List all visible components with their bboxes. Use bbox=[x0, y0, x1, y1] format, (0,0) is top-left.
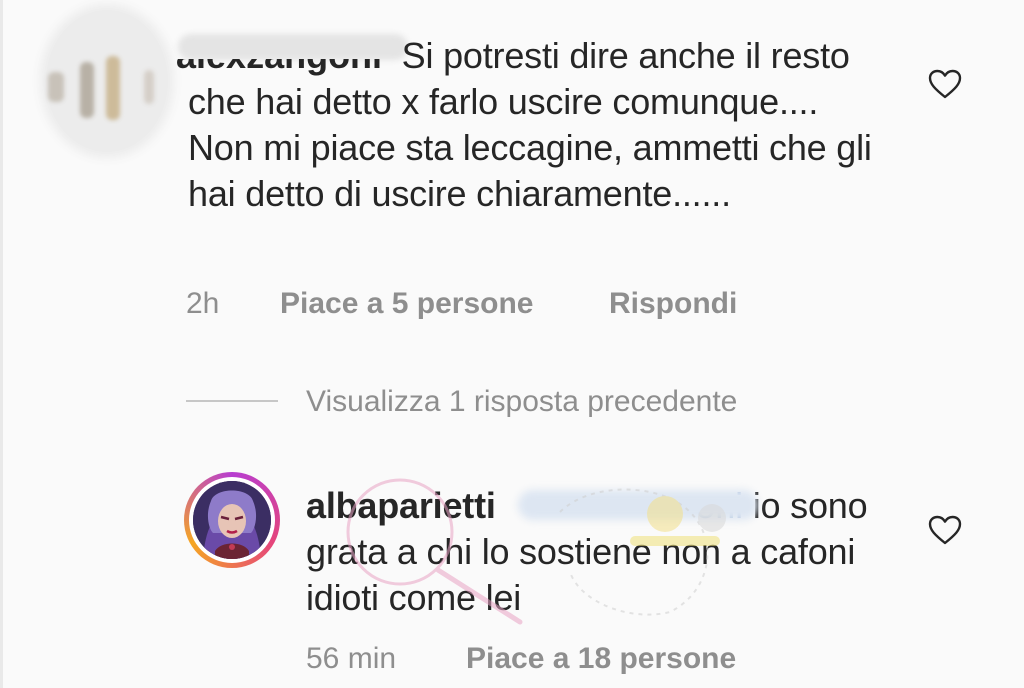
heart-outline-icon[interactable] bbox=[927, 68, 963, 100]
comment-2-time: 56 min bbox=[306, 642, 397, 675]
edge-divider bbox=[0, 0, 3, 688]
avatar-redacted[interactable] bbox=[46, 10, 168, 152]
comments-screen: alexzangoni Si potresti dire anche il re… bbox=[0, 0, 1024, 688]
heart-outline-icon[interactable] bbox=[927, 514, 963, 546]
avatar-story-ring[interactable] bbox=[184, 472, 280, 568]
cartoon-avatar-image bbox=[193, 481, 271, 559]
comment-1-likes-link[interactable]: Piace a 5 persone bbox=[280, 286, 533, 322]
comment-2-likes-link[interactable]: Piace a 18 persone bbox=[466, 641, 736, 677]
view-replies-label[interactable]: Visualizza 1 risposta precedente bbox=[306, 384, 737, 420]
replies-divider-line bbox=[186, 400, 278, 402]
comment-1-time: 2h bbox=[186, 287, 220, 320]
comment-2-username[interactable]: albaparietti bbox=[306, 485, 496, 526]
mention-redaction bbox=[518, 490, 758, 520]
comment-1-reply-button[interactable]: Rispondi bbox=[609, 286, 737, 322]
